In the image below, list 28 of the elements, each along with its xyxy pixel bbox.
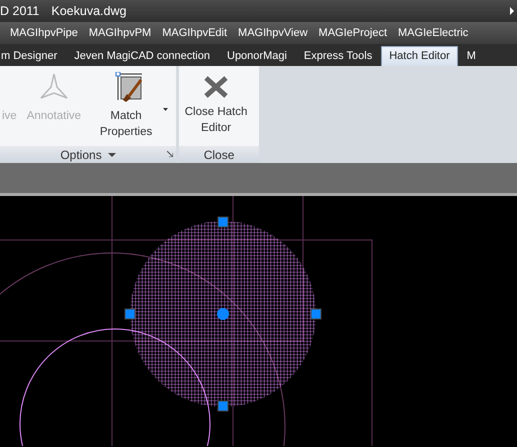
ribbon-tab[interactable]: Express Tools [296, 46, 380, 66]
menu-item[interactable]: MAGIhpvView [238, 27, 308, 39]
triangle-icon[interactable] [510, 7, 514, 15]
ribbon-button[interactable]: Close Hatch Editor [179, 72, 254, 136]
launcher-icon[interactable] [167, 151, 174, 157]
grip-handle[interactable] [218, 216, 228, 228]
ribbon-tab[interactable]: m Designer [0, 46, 66, 66]
ribbon-tab[interactable]: Hatch Editor [381, 46, 458, 66]
panel-title: Options [60, 148, 102, 162]
file-name: Koekuva.dwg [51, 4, 126, 18]
menu-item[interactable]: MAGIhpvEdit [162, 27, 228, 39]
ribbon-tab[interactable]: Jeven MagiCAD connection [66, 46, 218, 66]
menu-item[interactable]: MAGIeProject [318, 27, 388, 39]
ribbon-tab[interactable]: UponorMagi [219, 46, 295, 66]
panel-title-bar[interactable]: Options [0, 146, 176, 163]
match-properties-icon [114, 72, 145, 104]
panel-title-bar[interactable]: Close [179, 146, 260, 163]
ribbon-tab[interactable]: M [458, 46, 484, 66]
grip-handle[interactable] [124, 308, 136, 320]
app-title: D 2011 [0, 4, 40, 18]
menu-item[interactable]: MAGIeElectric [398, 27, 468, 39]
menu-item[interactable]: MAGIhpvPM [88, 27, 152, 39]
grip-handle[interactable] [217, 308, 229, 320]
panel-title: Close [204, 148, 234, 162]
grip-handle[interactable] [218, 400, 228, 412]
grip-handle[interactable] [310, 308, 322, 320]
ribbon-button[interactable]: Match Properties [89, 72, 170, 140]
menu-item[interactable]: MAGIhpvPipe [10, 27, 78, 39]
